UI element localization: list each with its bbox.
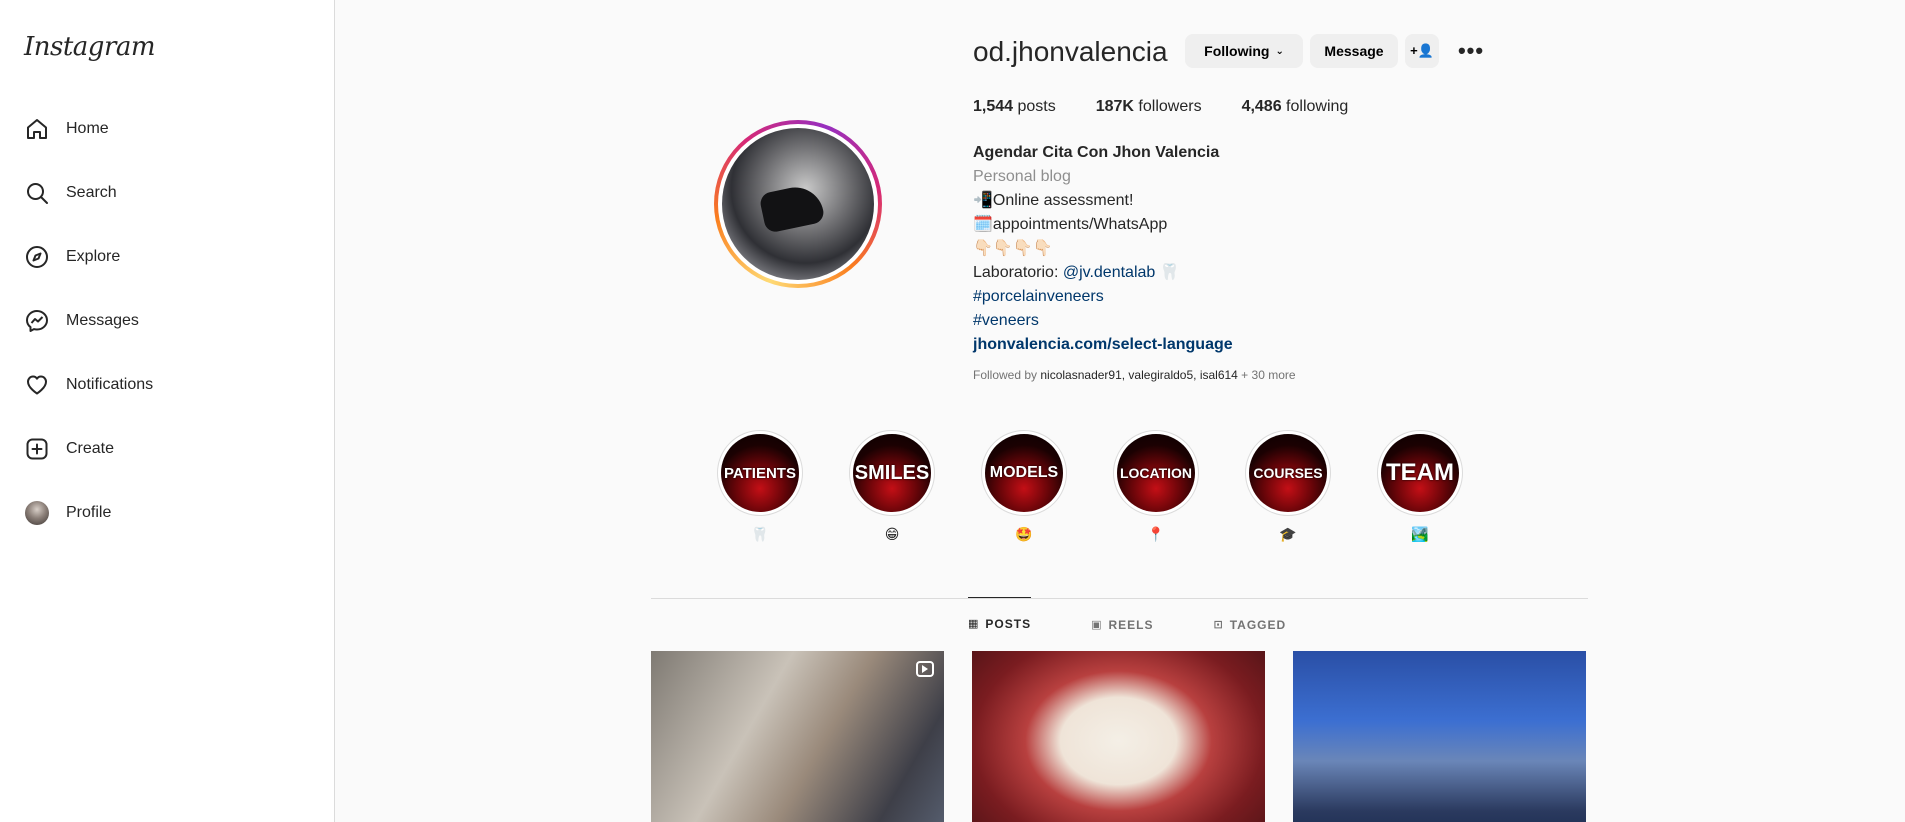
bio-line: 👇🏻👇🏻👇🏻👇🏻 xyxy=(973,240,1053,257)
main-content: od.jhonvalencia Following ⌄ Message +👤 •… xyxy=(336,0,1905,822)
avatar xyxy=(24,500,50,526)
tab-tagged[interactable]: ⊡ TAGGED xyxy=(1214,598,1287,650)
sidebar: Instagram Home Search Explore Messages N… xyxy=(0,0,335,822)
highlight-label: 🦷 xyxy=(751,526,769,542)
reels-icon: ▣ xyxy=(1091,619,1103,631)
profile-username: od.jhonvalencia xyxy=(973,36,1168,67)
highlight-cover: MODELS xyxy=(985,434,1063,512)
plus-square-icon xyxy=(24,436,50,462)
highlight-item[interactable]: PATIENTS 🦷 xyxy=(694,430,826,544)
heart-icon xyxy=(24,372,50,398)
highlight-label: 😁 xyxy=(884,526,900,542)
bio-line: 📲Online assessment! xyxy=(973,192,1134,209)
highlight-item[interactable]: LOCATION 📍 xyxy=(1090,430,1222,544)
profile-tabs: ▦ POSTS ▣ REELS ⊡ TAGGED xyxy=(968,597,1346,650)
highlight-cover: TEAM xyxy=(1381,434,1459,512)
tagged-icon: ⊡ xyxy=(1213,619,1224,631)
message-button[interactable]: Message xyxy=(1310,34,1398,68)
sidebar-item-messages[interactable]: Messages xyxy=(12,297,312,345)
profile-display-name: Agendar Cita Con Jhon Valencia xyxy=(973,144,1220,161)
bio-line: Laboratorio: @jv.dentalab 🦷 xyxy=(973,264,1180,281)
profile-picture xyxy=(722,128,874,280)
tab-reels[interactable]: ▣ REELS xyxy=(1091,598,1153,650)
suggested-users-button[interactable]: +👤 xyxy=(1405,34,1439,68)
home-icon xyxy=(24,116,50,142)
instagram-logo[interactable]: Instagram xyxy=(24,32,156,62)
messenger-icon xyxy=(24,308,50,334)
highlight-cover: PATIENTS xyxy=(721,434,799,512)
highlight-label: 🎓 xyxy=(1279,526,1297,542)
website-link[interactable]: jhonvalencia.com/select-language xyxy=(973,333,1473,357)
followers-stat[interactable]: 187K followers xyxy=(1096,98,1202,116)
bio-line: 🗓️appointments/WhatsApp xyxy=(973,216,1168,233)
highlight-item[interactable]: SMILES 😁 xyxy=(826,430,958,544)
posts-grid xyxy=(651,651,1614,822)
hashtag-link[interactable]: #veneers xyxy=(973,309,1473,333)
highlight-cover: SMILES xyxy=(853,434,931,512)
tab-posts[interactable]: ▦ POSTS xyxy=(968,597,1032,649)
compass-icon xyxy=(24,244,50,270)
highlight-cover: LOCATION xyxy=(1117,434,1195,512)
sidebar-item-search[interactable]: Search xyxy=(12,169,312,217)
message-button-label: Message xyxy=(1324,43,1384,59)
sidebar-item-notifications[interactable]: Notifications xyxy=(12,361,312,409)
profile-bio: Agendar Cita Con Jhon Valencia Personal … xyxy=(973,141,1473,357)
sidebar-item-profile[interactable]: Profile xyxy=(12,489,312,537)
hashtag-link[interactable]: #porcelainveneers xyxy=(973,285,1473,309)
grid-icon: ▦ xyxy=(968,618,980,630)
posts-stat: 1,544 posts xyxy=(973,98,1056,115)
profile-picture-story-ring[interactable] xyxy=(714,120,882,288)
sidebar-item-home[interactable]: Home xyxy=(12,105,312,153)
post-thumbnail[interactable] xyxy=(972,651,1265,822)
highlight-item[interactable]: MODELS 🤩 xyxy=(958,430,1090,544)
sidebar-item-label: Explore xyxy=(66,248,121,265)
add-user-icon: +👤 xyxy=(1410,43,1434,58)
following-button-label: Following xyxy=(1204,43,1270,59)
more-options-icon[interactable]: ••• xyxy=(1454,34,1488,68)
reel-icon xyxy=(916,661,934,677)
followed-by[interactable]: Followed by nicolasnader91, valegiraldo5… xyxy=(973,368,1296,382)
highlight-label: 🤩 xyxy=(1015,526,1033,542)
highlight-cover: COURSES xyxy=(1249,434,1327,512)
sidebar-item-create[interactable]: Create xyxy=(12,425,312,473)
profile-category: Personal blog xyxy=(973,168,1071,185)
search-icon xyxy=(24,180,50,206)
sidebar-nav: Home Search Explore Messages Notificatio… xyxy=(12,105,312,553)
following-button[interactable]: Following ⌄ xyxy=(1185,34,1303,68)
story-highlights: PATIENTS 🦷 SMILES 😁 MODELS 🤩 LOCATION 📍 … xyxy=(694,430,1486,544)
profile-stats: 1,544 posts 187K followers 4,486 followi… xyxy=(973,98,1388,116)
sidebar-item-label: Home xyxy=(66,120,109,137)
post-thumbnail[interactable] xyxy=(651,651,944,822)
sidebar-item-explore[interactable]: Explore xyxy=(12,233,312,281)
highlight-item[interactable]: TEAM 🏞️ xyxy=(1354,430,1486,544)
highlight-label: 📍 xyxy=(1147,526,1165,542)
chevron-down-icon: ⌄ xyxy=(1275,45,1284,57)
sidebar-item-label: Search xyxy=(66,184,117,201)
sidebar-item-label: Create xyxy=(66,440,115,457)
mention-link[interactable]: @jv.dentalab xyxy=(1063,264,1155,281)
sidebar-item-label: Notifications xyxy=(66,376,154,393)
following-stat[interactable]: 4,486 following xyxy=(1242,98,1349,116)
sidebar-item-label: Profile xyxy=(66,504,112,521)
post-thumbnail[interactable] xyxy=(1293,651,1586,822)
highlight-item[interactable]: COURSES 🎓 xyxy=(1222,430,1354,544)
highlight-label: 🏞️ xyxy=(1411,526,1429,542)
sidebar-item-label: Messages xyxy=(66,312,139,329)
